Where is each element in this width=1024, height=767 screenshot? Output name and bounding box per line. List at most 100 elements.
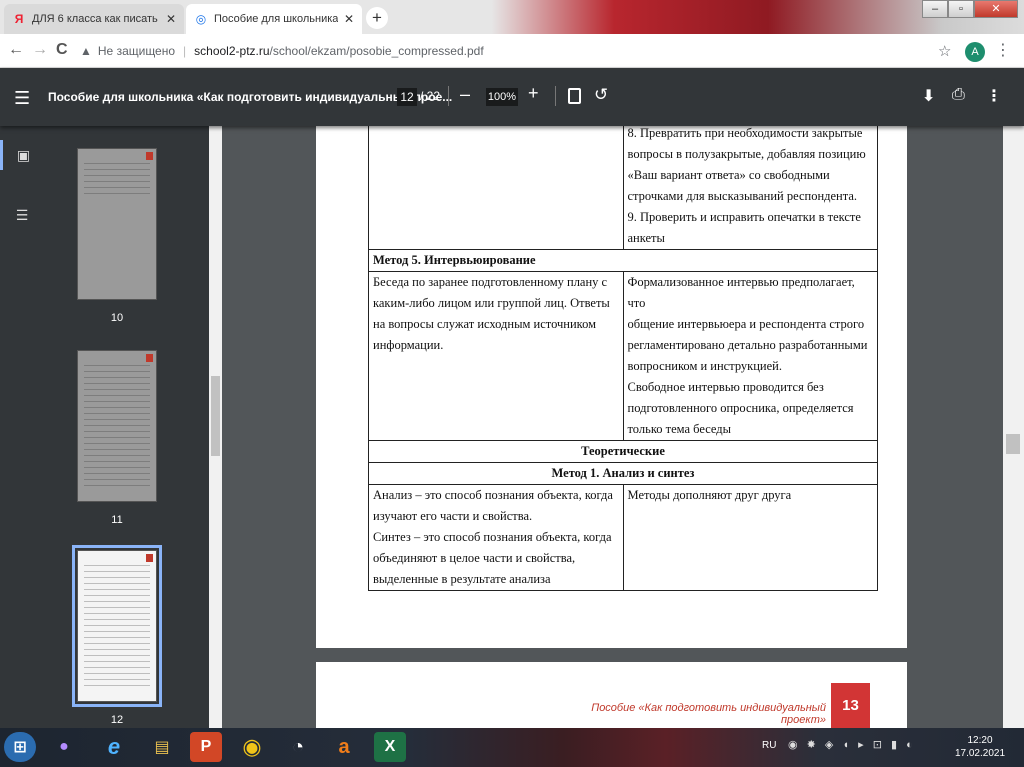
cell-line: Беседа по заранее подготовленному плану … [373, 275, 608, 289]
table-row: 8. Превратить при необходимости закрытые… [368, 126, 878, 250]
system-clock[interactable]: 12:20 17.02.2021 [950, 734, 1010, 760]
download-icon[interactable]: ⬇ [922, 86, 935, 106]
more-options-icon[interactable]: ⋮ [986, 86, 1002, 106]
table-row: Метод 1. Анализ и синтез [368, 462, 878, 485]
table-row: Теоретические [368, 440, 878, 463]
rotate-icon[interactable]: ↺ [594, 85, 608, 105]
thumbnails-tab-icon[interactable]: ▣ [0, 140, 44, 170]
close-window-button[interactable]: ✕ [974, 0, 1018, 18]
zoom-in-button[interactable]: + [528, 83, 539, 104]
browser-menu-icon[interactable]: ⋮ [995, 40, 1011, 60]
table-cell: 8. Превратить при необходимости закрытые… [622, 126, 878, 250]
method-header: Метод 1. Анализ и синтез [368, 462, 878, 485]
tab-close-icon[interactable]: ✕ [166, 12, 176, 26]
page-thumbnail-10[interactable] [77, 148, 157, 300]
profile-avatar[interactable]: A [965, 42, 985, 62]
bookmark-star-icon[interactable]: ☆ [938, 42, 951, 60]
ie-icon[interactable]: e [98, 732, 130, 762]
language-indicator[interactable]: RU [762, 740, 776, 751]
cell-line: Анализ – это способ познания объекта, ко… [373, 488, 613, 502]
address-bar: ← → C ▲ Не защищено | school2-ptz.ru /sc… [0, 34, 1024, 68]
page-thumbnail-12[interactable] [72, 545, 162, 707]
back-arrow-icon[interactable]: ← [8, 41, 24, 59]
table-cell: Анализ – это способ познания объекта, ко… [368, 484, 624, 591]
cell-line: информации. [373, 338, 444, 352]
window-controls: – ▫ ✕ [922, 0, 1018, 18]
cell-line: Свободное интервью проводится без [627, 380, 824, 394]
chrome-icon[interactable]: ◉ [236, 732, 268, 762]
sidebar-tabs: ▣ ☰ [0, 126, 44, 728]
page-number-input[interactable]: 12 [397, 88, 417, 106]
table-row: Беседа по заранее подготовленному плану … [368, 271, 878, 441]
cell-line: анкеты [627, 231, 665, 245]
thumbnail-mark [146, 152, 153, 160]
cell-line: изучают его части и свойства. [373, 509, 533, 523]
thumbnail-sidebar: ▣ ☰ 10 11 12 [0, 126, 222, 728]
new-tab-button[interactable]: + [366, 7, 388, 29]
browser-tab-2[interactable]: ◎ Пособие для школьника «Как п ✕ [186, 4, 362, 34]
cell-line: строчками для высказываний респондента. [627, 189, 858, 203]
page-thumbnail-label: 12 [110, 714, 124, 726]
fit-page-icon[interactable] [568, 88, 581, 104]
viewer-scrollbar-thumb[interactable] [1006, 434, 1020, 454]
toolbar-divider [555, 86, 556, 106]
explorer-icon[interactable]: ▤ [146, 732, 178, 762]
forward-arrow-icon[interactable]: → [32, 41, 48, 59]
page-footer-text: Пособие «Как подготовить индивидуальный … [591, 702, 826, 726]
url-path: /school/ekzam/posobie_compressed.pdf [269, 44, 484, 58]
not-secure-warning-icon[interactable]: ▲ [80, 44, 92, 58]
clock-time: 12:20 [967, 735, 993, 746]
avast-icon[interactable]: a [328, 732, 360, 762]
powerpoint-icon[interactable]: P [190, 732, 222, 762]
pdf-toolbar: ☰ Пособие для школьника «Как подготовить… [0, 68, 1024, 126]
cell-line: Формализованное интервью предполагает, ч… [627, 275, 855, 310]
table-row: Метод 5. Интервьюирование [368, 249, 878, 272]
cell-line: 8. Превратить при необходимости закрытые [627, 126, 863, 140]
table-cell [368, 126, 624, 250]
cell-line: «Ваш вариант ответа» со свободными [627, 168, 830, 182]
cell-line: на вопросы служат исходным источником [373, 317, 597, 331]
table-cell: Формализованное интервью предполагает, ч… [622, 271, 878, 441]
toolbar-divider [448, 86, 449, 106]
maximize-button[interactable]: ▫ [948, 0, 974, 18]
cell-line: регламентировано детально разработанными [627, 338, 868, 352]
print-icon[interactable]: ⎙ [952, 86, 965, 104]
cell-line: каким-либо лицом или группой лиц. Ответы [373, 296, 610, 310]
section-header: Теоретические [368, 440, 878, 463]
url-field[interactable]: ▲ Не защищено | school2-ptz.ru /school/e… [80, 39, 960, 63]
thumbnail-content [84, 365, 150, 491]
page-thumbnail-label: 11 [111, 514, 123, 526]
reload-icon[interactable]: C [56, 41, 68, 59]
pdf-page-next: Пособие «Как подготовить индивидуальный … [316, 662, 907, 728]
browser-tab-1[interactable]: Я ДЛЯ 6 класса как писать исслед ✕ [4, 4, 184, 34]
page-total: / 22 [420, 89, 441, 103]
alice-icon[interactable]: ● [48, 732, 80, 762]
zoom-level-input[interactable]: 100% [486, 88, 518, 106]
tab-strip: Я ДЛЯ 6 класса как писать исслед ✕ ◎ Пос… [0, 0, 1024, 34]
clock-date: 17.02.2021 [954, 748, 1006, 759]
sidebar-scrollbar-thumb[interactable] [211, 376, 220, 456]
method-header: Метод 5. Интервьюирование [368, 249, 878, 272]
viewer-scrollbar[interactable] [1003, 126, 1024, 728]
speed-icon[interactable]: ◔ [282, 732, 314, 762]
url-host: school2-ptz.ru [194, 44, 270, 58]
page-footer-number: 13 [831, 683, 870, 728]
system-tray-icons[interactable]: ◉ ✸ ◈ ◖ ▸ ⊡ ▮ ◐ [788, 738, 916, 751]
cell-line: Методы дополняют друг друга [627, 488, 792, 502]
minimize-button[interactable]: – [922, 0, 948, 18]
page-thumbnail-11[interactable] [77, 350, 157, 502]
start-orb-icon[interactable]: ⊞ [4, 732, 36, 762]
sidebar-toggle-icon[interactable]: ☰ [14, 88, 30, 109]
cell-line: вопросником и инструкцией. [627, 359, 783, 373]
table-cell: Методы дополняют друг друга [622, 484, 878, 591]
table-cell: Беседа по заранее подготовленному плану … [368, 271, 624, 441]
outline-tab-icon[interactable]: ☰ [0, 200, 44, 230]
excel-icon[interactable]: X [374, 732, 406, 762]
zoom-out-button[interactable]: – [460, 84, 470, 105]
pdf-viewer: ▣ ☰ 10 11 12 8. Превратить при необходим… [0, 126, 1024, 728]
pdf-title: Пособие для школьника «Как подготовить и… [48, 90, 453, 104]
thumbnail-content [84, 163, 150, 199]
tab-close-icon[interactable]: ✕ [344, 12, 354, 26]
cell-line: подготовленного опросника, определяется [627, 401, 854, 415]
table-row: Анализ – это способ познания объекта, ко… [368, 484, 878, 591]
